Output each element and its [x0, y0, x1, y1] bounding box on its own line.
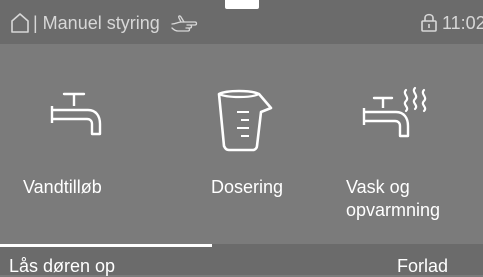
tile-wash-and-heating[interactable]: Vask og opvarmning [320, 44, 483, 244]
water-tap-icon [50, 92, 102, 136]
tile-label: Dosering [211, 177, 284, 197]
breadcrumb: | Manuel styring [33, 13, 160, 33]
top-notch [225, 0, 259, 9]
tile-label: Vask og opvarmning [346, 177, 441, 220]
hand-icon [171, 15, 198, 32]
unlock-door-button[interactable]: Lås døren op [9, 256, 115, 277]
exit-button[interactable]: Forlad [397, 256, 448, 277]
tile-water-intake[interactable]: Vandtilløb [0, 44, 160, 244]
tile-dosing[interactable]: Dosering [160, 44, 320, 244]
clock: 11:02 [442, 13, 483, 33]
home-icon[interactable] [11, 13, 29, 33]
measuring-cup-icon [217, 89, 273, 152]
tile-label: Vandtilløb [23, 177, 102, 197]
lock-icon [421, 13, 437, 32]
tap-with-steam-icon [362, 86, 427, 138]
progress-indicator [0, 244, 212, 247]
